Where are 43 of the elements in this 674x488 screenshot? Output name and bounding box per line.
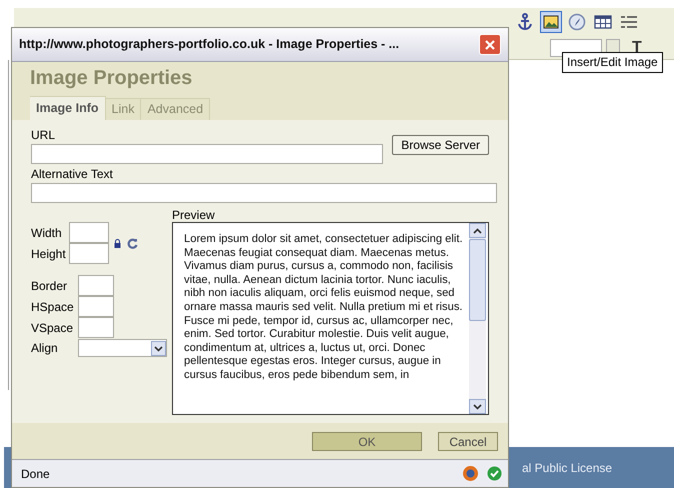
field-label: Height [31,246,67,262]
picture-icon [543,14,559,30]
close-icon [484,38,496,50]
dialog-button[interactable]: Cancel [438,432,498,450]
footer-text: al Public License [522,460,612,477]
tab[interactable]: Image Info [30,96,106,120]
preview-text: Lorem ipsum dolor sit amet, consectetuer adipiscing elit. Maecenas feugiat consequat diam. Maecenas metus. Vivamus diam purus, cursus a, commodo non, facilisis vitae, nulla. Aenean dictum lacinia tortor. Nunc iaculis, nibh non iaculis aliquam, orci felis euismod neque, sed ornare massa mauris sed velit. Nulla pretium mi et risus. Fusce mi pede, tempor id, cursus ac, ullamcorper nec, enim. Sed tortor. Curabitur molestie. Duis velit augue, condimentum at, ultrices a, luctus ut, orci. Donec pellentesque egestas eros. Integer cursus, augue in cursus faucibus, eros pede bibendum sem, in [183,232,464,383]
field-label: VSpace [31,320,74,336]
dialog-heading: Image Properties [30,66,194,91]
input-field[interactable] [31,144,384,164]
dialog-button[interactable]: OK [312,432,422,450]
field-label: Preview [172,208,216,222]
tooltip: Insert/Edit Image [562,52,663,73]
close-button[interactable] [479,34,501,55]
input-field[interactable] [69,243,109,264]
input-field[interactable] [69,222,109,243]
input-field[interactable] [31,183,497,203]
browse-server-button[interactable]: Browse Server [392,135,489,155]
check-icon [487,466,502,481]
input-field[interactable] [78,317,114,338]
horizontal-rule-icon [620,14,638,30]
field-label: Align [31,340,59,357]
input-field[interactable] [78,296,114,317]
scroll-thumb[interactable] [469,239,486,321]
refresh-icon [127,238,138,248]
input-field[interactable] [78,275,114,296]
align-dropdown[interactable] [78,339,167,357]
scrollbar[interactable] [469,223,486,414]
status-text: Done [21,466,50,482]
field-label: Alternative Text [31,167,114,181]
window-title: http://www.photographers-portfolio.co.uk - Image Properties - ... [19,36,400,54]
scroll-up-button[interactable] [469,223,486,238]
scroll-down-button[interactable] [469,399,486,414]
anchor-icon [517,13,533,31]
field-label: HSpace [31,298,75,316]
lock-icon [114,238,121,248]
field-label: Width [31,224,63,242]
field-label: URL [31,128,56,142]
globe-icon [462,465,479,482]
compass-icon [568,13,586,31]
table-icon [594,14,612,30]
field-label: Border [31,278,68,294]
toolbar-button[interactable] [540,11,562,33]
